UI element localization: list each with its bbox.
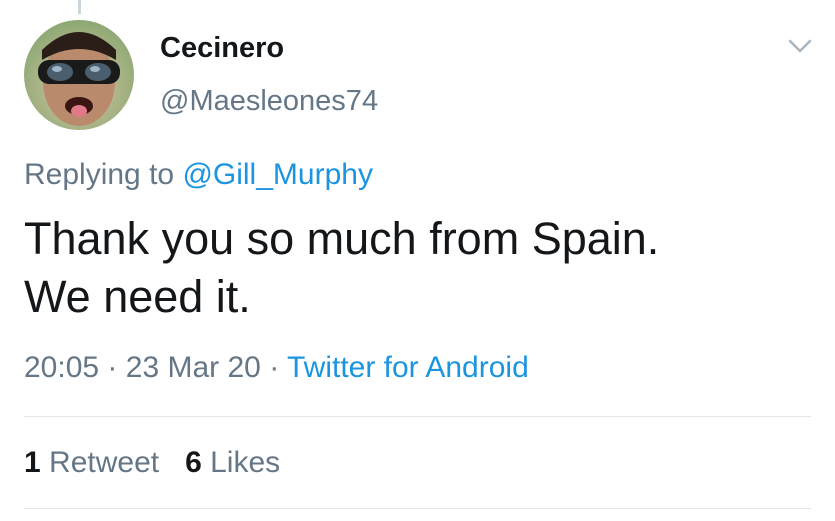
engagement-stats: 1 Retweet 6 Likes <box>24 444 280 482</box>
replying-to-mention[interactable]: @Gill_Murphy <box>182 158 373 191</box>
tweet-meta: 20:05 · 23 Mar 20 · Twitter for Android <box>24 349 529 387</box>
tweet-text-line: We need it. <box>24 271 251 322</box>
tweet-text-line: Thank you so much from Spain. <box>24 213 660 264</box>
meta-separator: · <box>269 351 280 384</box>
replying-to-label: Replying to <box>24 158 175 191</box>
tweet-time[interactable]: 20:05 <box>24 351 99 384</box>
retweet-label: Retweet <box>49 446 160 479</box>
retweets-stat[interactable]: 1 Retweet <box>24 446 159 479</box>
avatar-image <box>24 20 134 130</box>
user-handle[interactable]: @Maesleones74 <box>160 83 378 119</box>
like-count: 6 <box>185 446 202 479</box>
retweet-count: 1 <box>24 446 41 479</box>
avatar[interactable] <box>24 20 134 130</box>
display-name[interactable]: Cecinero <box>160 30 284 66</box>
divider <box>24 416 811 417</box>
meta-separator: · <box>107 351 118 384</box>
replying-to-line: Replying to @Gill_Murphy <box>24 156 373 194</box>
tweet-source-link[interactable]: Twitter for Android <box>287 351 529 384</box>
tweet-date[interactable]: 23 Mar 20 <box>126 351 261 384</box>
likes-stat[interactable]: 6 Likes <box>185 446 280 479</box>
thread-connector-line <box>78 0 81 14</box>
like-label: Likes <box>210 446 281 479</box>
tweet-text: Thank you so much from Spain. We need it… <box>24 210 814 326</box>
divider <box>24 508 811 509</box>
chevron-down-icon[interactable] <box>787 36 813 56</box>
